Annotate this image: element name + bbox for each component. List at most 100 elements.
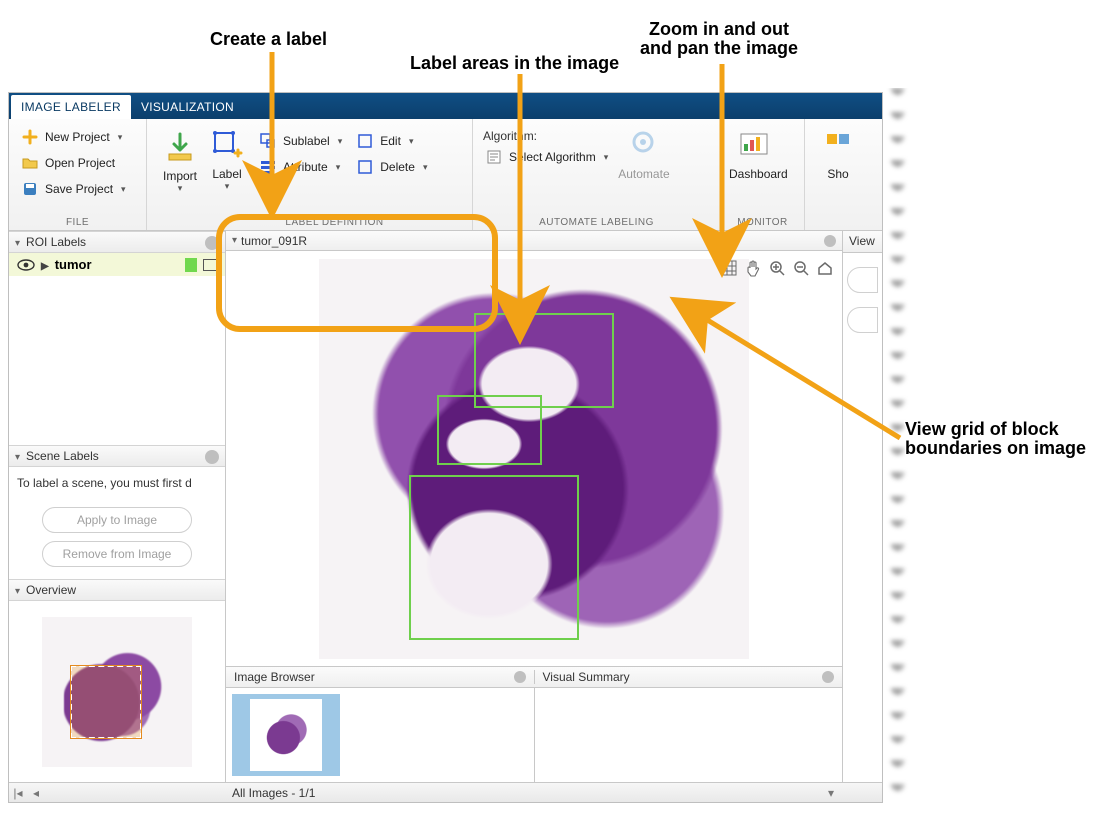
panel-header-scene-labels[interactable]: Scene Labels <box>9 445 225 467</box>
document-tab[interactable]: ▾ tumor_091R <box>226 231 842 251</box>
chevron-down-icon: ▾ <box>336 162 341 173</box>
chevron-down-icon: ▾ <box>121 184 126 195</box>
chevron-down-icon <box>15 583 22 597</box>
callout-zoom-pan: Zoom in and out and pan the image <box>640 20 798 58</box>
label-button-label: Label <box>212 167 241 181</box>
grid-overlay-button[interactable] <box>718 257 740 279</box>
chevron-down-icon: ▾ <box>118 132 123 143</box>
select-algorithm-label: Select Algorithm <box>509 150 596 164</box>
save-project-label: Save Project <box>45 182 113 196</box>
dashboard-button[interactable]: Dashboard <box>729 125 779 181</box>
panel-title-scene: Scene Labels <box>26 449 99 463</box>
document-area: ▾ tumor_091R Image Brow <box>226 231 842 782</box>
import-icon <box>160 127 200 167</box>
new-project-button[interactable]: New Project ▾ <box>17 125 138 149</box>
first-image-button[interactable]: |◂ <box>9 786 27 800</box>
expand-tri-icon[interactable] <box>41 257 49 272</box>
chevron-down-icon: ▾ <box>338 136 343 147</box>
scene-info-text: To label a scene, you must first d <box>9 467 225 499</box>
label-button[interactable]: Label <box>205 125 249 192</box>
remove-from-image-button[interactable]: Remove from Image <box>42 541 192 567</box>
zoom-in-button[interactable] <box>766 257 788 279</box>
gear-icon[interactable] <box>514 671 526 683</box>
image-canvas[interactable] <box>319 259 749 659</box>
apply-to-image-button[interactable]: Apply to Image <box>42 507 192 533</box>
panel-header-roi-labels[interactable]: ROI Labels <box>9 231 225 253</box>
panel-title-overview: Overview <box>26 583 76 597</box>
right-dock: View <box>842 231 882 782</box>
sublabel-icon <box>259 132 277 150</box>
automate-button[interactable]: Automate <box>618 125 668 181</box>
image-counter-chevron[interactable]: ▾ <box>822 786 840 800</box>
roi-shape-rectangle-icon <box>203 259 217 271</box>
edit-rectangle-icon <box>356 132 374 150</box>
panel-header-overview[interactable]: Overview <box>9 579 225 601</box>
callout-create-label: Create a label <box>210 30 327 49</box>
select-algorithm-dropdown[interactable]: Select Algorithm ▾ <box>481 145 612 169</box>
roi-rectangle[interactable] <box>437 395 542 465</box>
overview-body <box>9 601 225 782</box>
dashboard-label: Dashboard <box>729 167 788 181</box>
home-view-button[interactable] <box>814 257 836 279</box>
delete-button[interactable]: Delete ▾ <box>352 155 431 179</box>
gear-icon[interactable] <box>205 236 219 250</box>
image-counter: All Images - 1/1 <box>226 786 822 800</box>
image-canvas-wrap <box>226 251 842 666</box>
folder-open-icon <box>21 154 39 172</box>
view-stub-button[interactable] <box>847 307 878 333</box>
zoom-out-button[interactable] <box>790 257 812 279</box>
browser-body <box>226 688 842 782</box>
script-icon <box>485 148 503 166</box>
image-browser-thumbnail[interactable] <box>232 694 340 776</box>
thumbnail-tissue-icon <box>250 699 322 771</box>
roi-rectangle[interactable] <box>409 475 579 640</box>
left-dock: ROI Labels tumor Scene Labels To label a… <box>9 231 226 782</box>
open-project-label: Open Project <box>45 156 115 170</box>
gear-icon[interactable] <box>205 450 219 464</box>
save-project-button[interactable]: Save Project ▾ <box>17 177 138 201</box>
open-project-button[interactable]: Open Project <box>17 151 138 175</box>
panel-header-image-browser[interactable]: Image Browser <box>226 670 534 684</box>
panel-title-view[interactable]: View <box>843 231 882 253</box>
pan-hand-button[interactable] <box>742 257 764 279</box>
prev-image-button[interactable]: ◂ <box>27 786 45 800</box>
edit-label: Edit <box>380 134 401 148</box>
sublabel-label: Sublabel <box>283 134 330 148</box>
attribute-button[interactable]: Attribute ▾ <box>255 155 346 179</box>
truncated-button[interactable]: Sho <box>813 125 863 181</box>
toolstrip: New Project ▾ Open Project Save Project … <box>9 119 882 231</box>
new-project-label: New Project <box>45 130 110 144</box>
toolstrip-import: Import <box>147 119 197 230</box>
tab-visualization[interactable]: VISUALIZATION <box>131 95 244 119</box>
group-title-automate: AUTOMATE LABELING <box>481 215 712 228</box>
visual-summary-title: Visual Summary <box>543 670 630 684</box>
sublabel-button[interactable]: Sublabel ▾ <box>255 129 346 153</box>
group-title-file: FILE <box>17 215 138 228</box>
toolstrip-group-file: New Project ▾ Open Project Save Project … <box>9 119 147 230</box>
roi-label-name: tumor <box>55 257 92 272</box>
roi-label-item-tumor[interactable]: tumor <box>9 253 225 276</box>
edit-button[interactable]: Edit ▾ <box>352 129 431 153</box>
grid-icon <box>818 125 858 165</box>
chevron-down-icon <box>15 449 22 463</box>
toolstrip-group-truncated: Sho <box>805 119 882 230</box>
overview-viewport-rect[interactable] <box>70 665 142 739</box>
rectangle-plus-icon <box>207 125 247 165</box>
view-stub-button[interactable] <box>847 267 878 293</box>
callout-grid: View grid of block boundaries on image <box>905 420 1086 458</box>
overview-thumbnail[interactable] <box>42 617 192 767</box>
chevron-down-icon: ▾ <box>604 152 609 163</box>
import-label: Import <box>163 169 197 183</box>
eye-icon[interactable] <box>17 259 35 271</box>
gear-icon[interactable] <box>824 235 836 247</box>
toolstrip-tabbar: IMAGE LABELER VISUALIZATION <box>9 93 882 119</box>
roi-rectangle[interactable] <box>474 313 614 408</box>
viewer-toolbar <box>716 255 838 281</box>
algorithm-field-label: Algorithm: <box>481 129 612 143</box>
toolstrip-group-automate: Algorithm: Select Algorithm ▾ Automate A… <box>473 119 721 230</box>
truncated-label: Sho <box>827 167 848 181</box>
gear-icon[interactable] <box>822 671 834 683</box>
panel-header-visual-summary[interactable]: Visual Summary <box>534 670 843 684</box>
tab-image-labeler[interactable]: IMAGE LABELER <box>11 95 131 119</box>
gear-run-icon <box>623 125 663 165</box>
